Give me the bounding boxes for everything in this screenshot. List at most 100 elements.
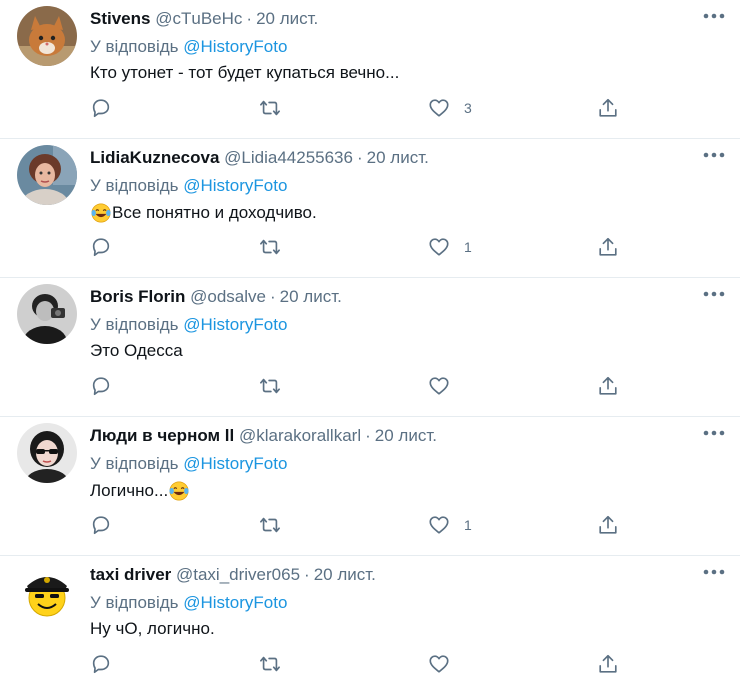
more-options-button[interactable]: [702, 562, 726, 582]
mention-link[interactable]: @HistoryFoto: [183, 37, 287, 56]
timestamp[interactable]: 20 лист.: [375, 426, 437, 445]
share-icon: [599, 237, 617, 256]
cat-photo-icon: [17, 6, 77, 66]
tweet-text-content: Все понятно и доходчиво.: [112, 203, 317, 222]
heart-icon: [429, 238, 449, 256]
reply-context: У відповідь @HistoryFoto: [90, 315, 287, 335]
tweet[interactable]: LidiaKuznecova @Lidia44255636 · 20 лист. У…: [0, 139, 740, 278]
like-count: 1: [464, 239, 472, 255]
retweet-icon: [260, 100, 280, 116]
timestamp[interactable]: 20 лист.: [314, 565, 376, 584]
tweet[interactable]: Boris Florin @odsalve · 20 лист. У відпові…: [0, 278, 740, 417]
user-handle[interactable]: @odsalve: [190, 287, 266, 306]
heart-icon: [429, 377, 449, 395]
tweet[interactable]: taxi driver @taxi_driver065 · 20 лист. У в…: [0, 556, 740, 687]
tweet-text: Все понятно и доходчиво.: [90, 202, 317, 224]
user-handle[interactable]: @Lidia44255636: [224, 148, 353, 167]
tweet-text-content: Кто утонет - тот будет купаться вечно...: [90, 63, 400, 82]
like-count: 1: [464, 517, 472, 533]
timestamp[interactable]: 20 лист.: [280, 287, 342, 306]
retweet-icon: [260, 239, 280, 255]
reply-button[interactable]: [90, 235, 112, 259]
retweet-button[interactable]: [259, 513, 281, 537]
more-options-button[interactable]: [702, 145, 726, 165]
mention-link[interactable]: @HistoryFoto: [183, 593, 287, 612]
avatar[interactable]: [17, 6, 77, 66]
separator-dot: ·: [246, 9, 253, 28]
reply-feed: Stivens @сТuВеНс · 20 лист. У відповідь @H…: [0, 0, 740, 687]
retweet-button[interactable]: [259, 96, 281, 120]
like-button[interactable]: [428, 652, 464, 676]
tweet[interactable]: Stivens @сТuВеНс · 20 лист. У відповідь @H…: [0, 0, 740, 139]
reply-context: У відповідь @HistoryFoto: [90, 176, 287, 196]
reply-prefix: У відповідь: [90, 315, 179, 334]
timestamp[interactable]: 20 лист.: [367, 148, 429, 167]
reply-bubble-icon: [92, 99, 110, 118]
reply-bubble-icon: [92, 238, 110, 257]
display-name[interactable]: Boris Florin: [90, 287, 185, 306]
retweet-button[interactable]: [259, 235, 281, 259]
reply-button[interactable]: [90, 652, 112, 676]
like-button[interactable]: 3: [428, 96, 472, 120]
tweet-header: taxi driver @taxi_driver065 · 20 лист.: [90, 565, 376, 585]
display-name[interactable]: Люди в черном ll: [90, 426, 234, 445]
retweet-button[interactable]: [259, 652, 281, 676]
reply-prefix: У відповідь: [90, 454, 179, 473]
mention-link[interactable]: @HistoryFoto: [183, 454, 287, 473]
reply-button[interactable]: [90, 96, 112, 120]
more-horizontal-icon: [703, 291, 725, 297]
tweet-actions: 1: [90, 235, 630, 259]
share-icon: [599, 515, 617, 534]
more-options-button[interactable]: [702, 423, 726, 443]
timestamp[interactable]: 20 лист.: [256, 9, 318, 28]
user-handle[interactable]: @klarakorallkarl: [239, 426, 361, 445]
more-horizontal-icon: [703, 569, 725, 575]
reply-button[interactable]: [90, 374, 112, 398]
retweet-icon: [260, 378, 280, 394]
retweet-icon: [260, 656, 280, 672]
reply-prefix: У відповідь: [90, 593, 179, 612]
more-horizontal-icon: [703, 152, 725, 158]
reply-context: У відповідь @HistoryFoto: [90, 593, 287, 613]
tweet-text-content: Ну чО, логично.: [90, 619, 215, 638]
more-options-button[interactable]: [702, 284, 726, 304]
smiley-cap-avatar-icon: [17, 562, 77, 622]
avatar[interactable]: [17, 145, 77, 205]
separator-dot: ·: [270, 287, 276, 306]
share-button[interactable]: [597, 96, 619, 120]
like-button[interactable]: 1: [428, 513, 472, 537]
face-with-tears-of-joy-icon: [169, 481, 189, 501]
reply-button[interactable]: [90, 513, 112, 537]
reply-context: У відповідь @HistoryFoto: [90, 37, 287, 57]
share-button[interactable]: [597, 513, 619, 537]
avatar[interactable]: [17, 562, 77, 622]
separator-dot: ·: [365, 426, 371, 445]
user-handle[interactable]: @taxi_driver065: [176, 565, 300, 584]
display-name[interactable]: LidiaKuznecova: [90, 148, 219, 167]
mention-link[interactable]: @HistoryFoto: [183, 315, 287, 334]
tweet[interactable]: Люди в черном ll @klarakorallkarl · 20 лис…: [0, 417, 740, 556]
like-button[interactable]: 1: [428, 235, 472, 259]
reply-bubble-icon: [92, 516, 110, 535]
tweet-actions: [90, 374, 630, 398]
user-handle[interactable]: @сТuВеНс: [155, 9, 242, 28]
display-name[interactable]: Stivens: [90, 9, 150, 28]
tweet-header: Boris Florin @odsalve · 20 лист.: [90, 287, 342, 307]
share-button[interactable]: [597, 374, 619, 398]
like-button[interactable]: [428, 374, 464, 398]
more-options-button[interactable]: [702, 6, 726, 26]
face-with-tears-of-joy-icon: [91, 203, 111, 223]
tweet-header: Stivens @сТuВеНс · 20 лист.: [90, 9, 318, 29]
share-button[interactable]: [597, 652, 619, 676]
separator-dot: ·: [304, 565, 310, 584]
retweet-button[interactable]: [259, 374, 281, 398]
tweet-text: Ну чО, логично.: [90, 619, 215, 639]
separator-dot: ·: [356, 148, 363, 167]
avatar[interactable]: [17, 423, 77, 483]
display-name[interactable]: taxi driver: [90, 565, 171, 584]
retweet-icon: [260, 517, 280, 533]
avatar[interactable]: [17, 284, 77, 344]
share-button[interactable]: [597, 235, 619, 259]
mention-link[interactable]: @HistoryFoto: [183, 176, 287, 195]
profile-photo-icon: [17, 145, 77, 205]
